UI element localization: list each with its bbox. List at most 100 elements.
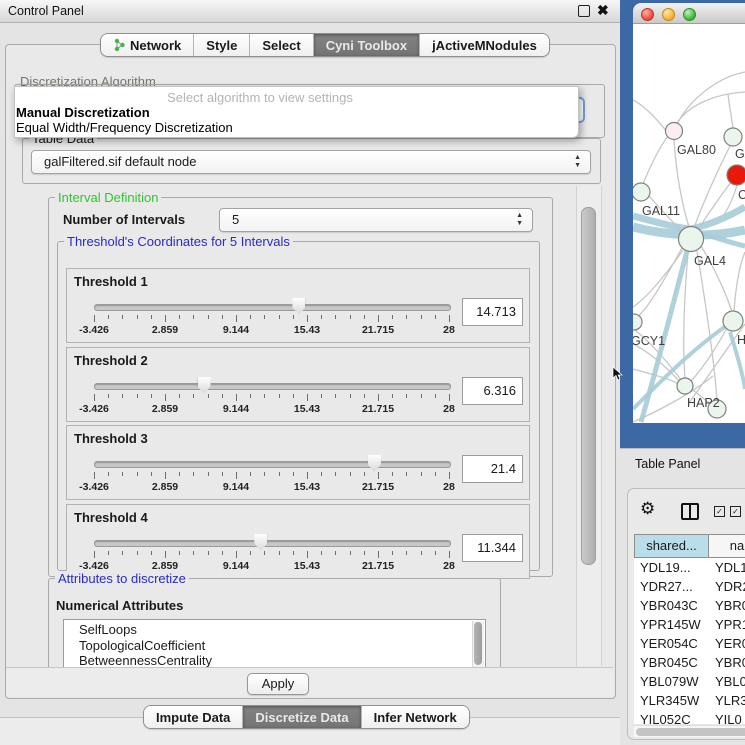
slider-tick <box>392 394 393 398</box>
cell-name: YBL0 <box>709 672 745 691</box>
slider-tick <box>307 394 308 401</box>
network-node[interactable] <box>666 123 683 140</box>
tab-network[interactable]: Network <box>101 34 193 56</box>
column-header-shared[interactable]: shared... <box>634 534 709 558</box>
slider-tick <box>250 315 251 319</box>
slider-track[interactable] <box>94 304 451 311</box>
tab-cyni-toolbox[interactable]: Cyni Toolbox <box>313 34 419 56</box>
scrollbar-thumb[interactable] <box>581 207 596 565</box>
threshold-value-field[interactable]: 21.4 <box>462 455 523 483</box>
minimize-traffic-light[interactable] <box>662 8 675 21</box>
split-column-icon[interactable] <box>681 503 699 520</box>
slider-tick <box>293 551 294 555</box>
tab-discretize-data[interactable]: Discretize Data <box>242 706 360 728</box>
network-node[interactable] <box>679 227 704 252</box>
dropdown-option-equal-width[interactable]: Equal Width/Frequency Discretization <box>16 120 233 135</box>
tab-select[interactable]: Select <box>249 34 312 56</box>
slider-track[interactable] <box>94 461 451 468</box>
slider-tick <box>236 472 237 479</box>
table-row[interactable]: YBR043CYBR0 <box>634 596 745 615</box>
network-canvas[interactable]: GAL80GACGAL11GAL4GCY1HHAP2 <box>633 24 745 423</box>
table-row[interactable]: YPR145WYPR1 <box>634 615 745 634</box>
table-row[interactable]: YBL079WYBL0 <box>634 672 745 691</box>
close-icon[interactable]: ✖ <box>597 2 609 19</box>
threshold-panel-4: Threshold 4-3.4262.8599.14415.4321.71528… <box>66 504 530 579</box>
attribute-item[interactable]: SelfLoops <box>64 622 485 638</box>
tab-label: Style <box>206 38 237 53</box>
apply-button[interactable]: Apply <box>247 673 309 695</box>
slider-tick <box>279 394 280 398</box>
network-node[interactable] <box>723 311 743 331</box>
network-node[interactable] <box>724 128 742 146</box>
tick-label: -3.426 <box>79 403 109 415</box>
checkbox-checked-icon[interactable]: ✓ <box>714 506 725 517</box>
gear-icon[interactable]: ⚙ <box>640 500 655 517</box>
slider-tick <box>122 315 123 319</box>
table-header-row: shared... name <box>634 534 745 558</box>
table-row[interactable]: YDR27...YDR2 <box>634 577 745 596</box>
slider-track[interactable] <box>94 383 451 390</box>
close-traffic-light[interactable] <box>641 8 654 21</box>
threshold-value-field[interactable]: 6.316 <box>462 377 523 405</box>
checkbox-checked-icon[interactable]: ✓ <box>730 506 741 517</box>
tab-infer-network[interactable]: Infer Network <box>361 706 469 728</box>
attribute-item[interactable]: TopologicalCoefficient <box>64 638 485 654</box>
slider-tick <box>307 315 308 322</box>
tab-impute-data[interactable]: Impute Data <box>144 706 242 728</box>
network-edge <box>734 252 745 311</box>
slider-tick <box>208 472 209 476</box>
table-row[interactable]: YIL052CYIL0 <box>634 710 745 724</box>
float-window-icon[interactable] <box>578 5 590 17</box>
list-scrollbar[interactable] <box>472 621 484 668</box>
tab-style[interactable]: Style <box>193 34 249 56</box>
cyni-mode-tabs: Impute DataDiscretize DataInfer Network <box>143 705 470 729</box>
num-intervals-combobox[interactable]: 5 ▲▼ <box>219 208 533 232</box>
table-row[interactable]: YBR045CYBR0 <box>634 653 745 672</box>
network-node[interactable] <box>727 165 745 185</box>
zoom-traffic-light[interactable] <box>683 8 696 21</box>
slider-tick <box>94 551 95 558</box>
slider-thumb[interactable] <box>292 298 305 315</box>
slider-thumb[interactable] <box>368 455 381 472</box>
table-row[interactable]: YLR345WYLR3 <box>634 691 745 710</box>
table-row[interactable]: YDL19...YDL1 <box>634 558 745 577</box>
slider-tick <box>421 315 422 319</box>
node-label: GAL11 <box>642 204 680 218</box>
tick-label: 28 <box>443 324 455 336</box>
slider-tick <box>179 394 180 398</box>
tick-label: 21.715 <box>362 324 394 336</box>
column-header-name[interactable]: name <box>709 534 745 558</box>
network-node[interactable] <box>677 378 693 394</box>
tick-label: 21.715 <box>362 403 394 415</box>
network-node[interactable] <box>633 183 650 201</box>
tick-label: -3.426 <box>79 324 109 336</box>
threshold-value-field[interactable]: 14.713 <box>462 298 523 326</box>
apply-row: Apply <box>6 667 613 697</box>
slider-tick <box>335 551 336 555</box>
slider-tick <box>264 472 265 476</box>
threshold-value-field[interactable]: 11.344 <box>462 534 523 562</box>
slider-thumb[interactable] <box>198 377 211 394</box>
slider-tick <box>108 394 109 398</box>
dropdown-option-manual[interactable]: Manual Discretization <box>16 105 150 120</box>
slider-tick <box>293 472 294 476</box>
slider-track[interactable] <box>94 540 451 547</box>
tab-jactivemnodules[interactable]: jActiveMNodules <box>419 34 549 56</box>
table-data-value: galFiltered.sif default node <box>44 154 196 169</box>
settings-scrollbar[interactable] <box>576 186 602 666</box>
tick-label: 9.144 <box>223 481 249 493</box>
table-hscrollbar[interactable] <box>634 725 745 737</box>
table-panel: ⚙ ✓ ✓ shared... name YDL19...YDL1YDR27..… <box>627 488 745 740</box>
slider-tick <box>321 315 322 319</box>
network-node[interactable] <box>633 314 642 330</box>
cell-name: YER0 <box>709 634 745 653</box>
slider-thumb[interactable] <box>254 534 267 551</box>
slider-tick <box>392 315 393 319</box>
slider-tick <box>350 551 351 555</box>
table-data-combobox[interactable]: galFiltered.sif default node ▲▼ <box>31 150 591 174</box>
dropdown-placeholder-option[interactable]: Select algorithm to view settings <box>15 90 505 105</box>
slider-tick <box>222 394 223 398</box>
table-panel-title: Table Panel <box>635 457 700 471</box>
table-row[interactable]: YER054CYER0 <box>634 634 745 653</box>
slider-tick <box>279 315 280 319</box>
